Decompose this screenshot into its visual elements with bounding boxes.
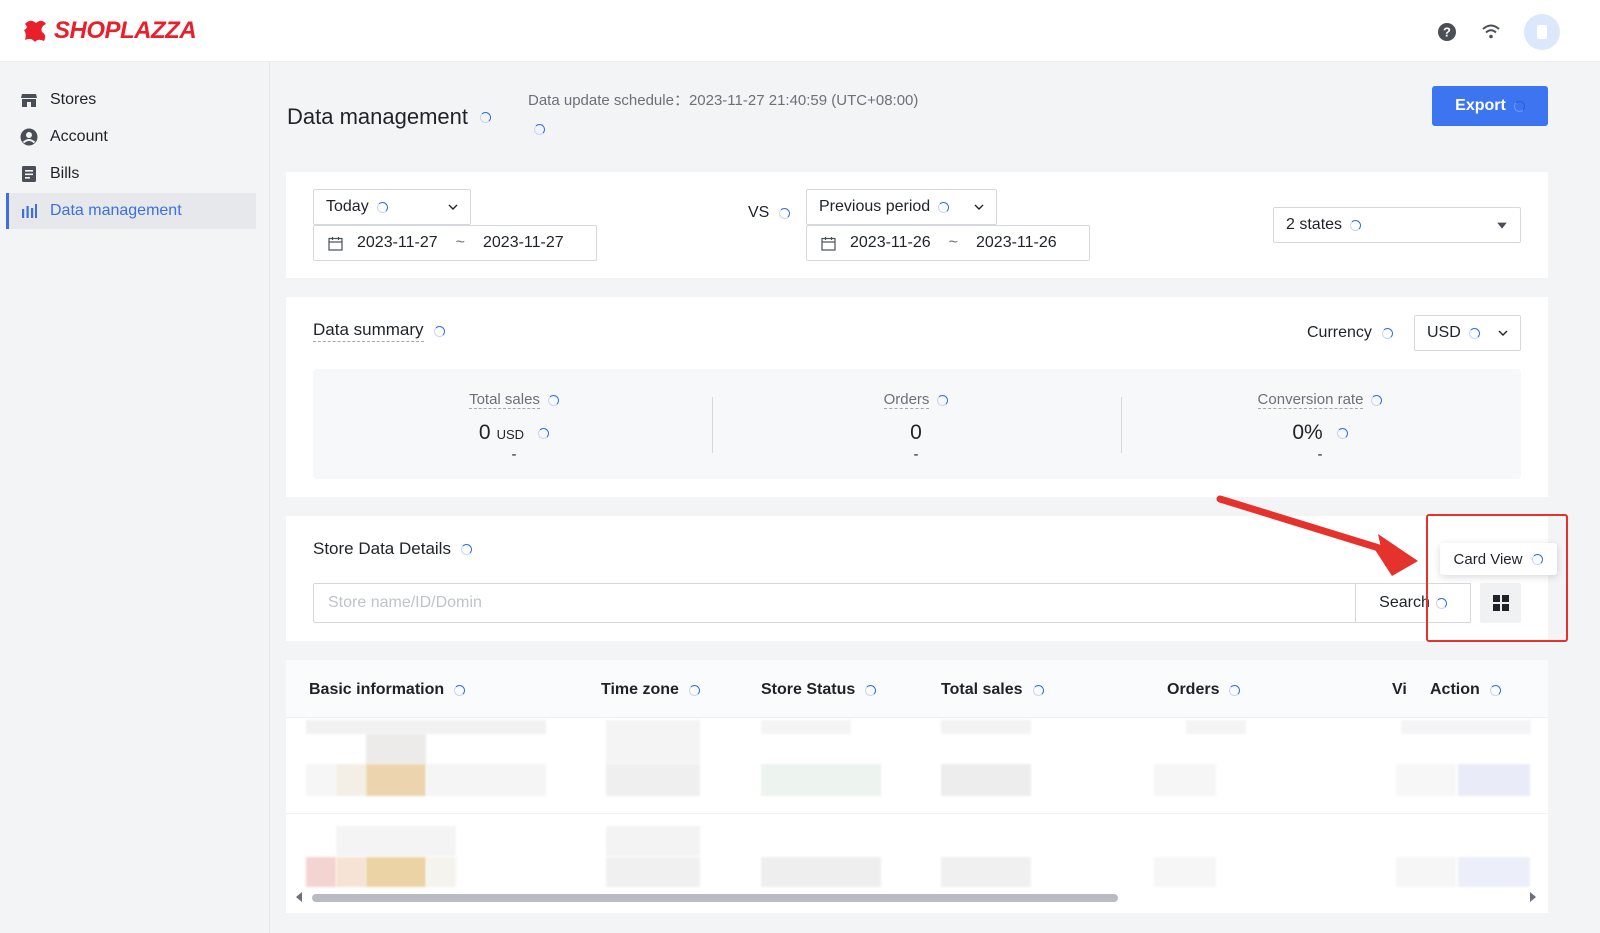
loading-icon bbox=[1513, 100, 1525, 112]
loading-icon bbox=[1336, 428, 1348, 439]
scrollbar-thumb[interactable] bbox=[312, 894, 1118, 902]
loading-icon bbox=[1371, 394, 1383, 406]
loading-icon bbox=[376, 201, 388, 213]
sidebar-item-data-management[interactable]: Data management bbox=[6, 193, 256, 229]
column-store-status: Store Status bbox=[761, 681, 877, 699]
chart-icon bbox=[22, 204, 37, 218]
loading-icon bbox=[1032, 684, 1044, 696]
loading-icon bbox=[1350, 219, 1362, 231]
sidebar: Stores Account Bills Data management bbox=[0, 62, 270, 933]
data-summary-title: Data summary bbox=[313, 320, 445, 342]
caret-down-icon bbox=[1497, 222, 1507, 229]
loading-icon bbox=[938, 201, 950, 213]
page-title: Data management bbox=[287, 104, 491, 130]
sidebar-item-account[interactable]: Account bbox=[6, 119, 256, 155]
chevron-down-icon bbox=[448, 204, 458, 210]
table-header: Basic information Time zone Store Status… bbox=[286, 660, 1548, 718]
store-search-input[interactable]: Store name/ID/Domin bbox=[313, 583, 1356, 623]
loading-icon bbox=[1468, 327, 1480, 339]
chevron-down-icon bbox=[1498, 330, 1508, 336]
calendar-icon bbox=[328, 236, 343, 251]
logo-icon bbox=[24, 20, 46, 42]
data-update-schedule: Data update schedule：2023-11-27 21:40:59… bbox=[528, 92, 919, 109]
wifi-icon[interactable] bbox=[1480, 21, 1502, 43]
user-icon bbox=[20, 128, 38, 146]
loading-icon bbox=[547, 394, 559, 406]
top-bar: SHOPLAZZA ? bbox=[0, 0, 1600, 62]
shoplazza-logo[interactable]: SHOPLAZZA bbox=[22, 17, 197, 45]
date-end: 2023-11-27 bbox=[483, 234, 564, 251]
loading-icon bbox=[538, 428, 550, 439]
scroll-left-icon[interactable] bbox=[296, 892, 302, 902]
store-icon bbox=[21, 94, 37, 107]
store-table: Basic information Time zone Store Status… bbox=[286, 660, 1548, 913]
column-action: Action bbox=[1430, 681, 1501, 699]
loading-icon bbox=[688, 684, 700, 696]
brand-name: SHOPLAZZA bbox=[54, 17, 197, 44]
period-select[interactable]: Today bbox=[313, 189, 471, 225]
sidebar-item-label: Data management bbox=[50, 202, 182, 219]
states-select[interactable]: 2 states bbox=[1273, 207, 1521, 243]
sidebar-item-stores[interactable]: Stores bbox=[6, 82, 256, 118]
loading-icon bbox=[779, 207, 791, 219]
metric-conversion-rate: Conversion rate 0% - bbox=[1119, 369, 1521, 479]
currency-select[interactable]: USD bbox=[1414, 315, 1521, 351]
summary-metrics: Total sales 0 USD - Orders 0 - Conversion… bbox=[313, 369, 1521, 479]
loading-icon bbox=[1229, 684, 1241, 696]
date-start: 2023-11-27 bbox=[357, 234, 438, 251]
metric-orders: Orders 0 - bbox=[715, 369, 1117, 479]
chevron-down-icon bbox=[974, 204, 984, 210]
column-visitors-truncated: Vi bbox=[1392, 681, 1407, 698]
sidebar-item-bills[interactable]: Bills bbox=[6, 156, 256, 192]
svg-text:?: ? bbox=[1443, 25, 1451, 40]
column-total-sales: Total sales bbox=[941, 681, 1044, 699]
sidebar-item-label: Bills bbox=[50, 165, 80, 182]
sidebar-item-label: Stores bbox=[50, 91, 97, 108]
vs-label: VS bbox=[748, 204, 791, 222]
compare-period-select[interactable]: Previous period bbox=[806, 189, 997, 225]
column-orders: Orders bbox=[1167, 681, 1241, 699]
avatar[interactable] bbox=[1524, 14, 1560, 50]
calendar-icon bbox=[821, 236, 836, 251]
divider bbox=[712, 397, 713, 453]
loading-icon bbox=[460, 543, 472, 555]
horizontal-scrollbar[interactable] bbox=[290, 890, 1540, 904]
loading-icon bbox=[865, 684, 877, 696]
loading-icon bbox=[454, 684, 466, 696]
column-time-zone: Time zone bbox=[601, 681, 700, 699]
help-icon[interactable]: ? bbox=[1436, 21, 1458, 43]
loading-icon bbox=[1489, 684, 1501, 696]
sidebar-item-label: Account bbox=[50, 128, 108, 145]
loading-icon bbox=[480, 111, 491, 123]
compare-date-start: 2023-11-26 bbox=[850, 234, 931, 251]
loading-icon bbox=[433, 325, 445, 337]
export-button[interactable]: Export bbox=[1432, 86, 1548, 126]
column-basic-information: Basic information bbox=[309, 681, 466, 699]
store-data-details-title: Store Data Details bbox=[313, 539, 472, 559]
compare-date-range-picker[interactable]: 2023-11-26 ~ 2023-11-26 bbox=[806, 225, 1090, 261]
metric-total-sales: Total sales 0 USD - bbox=[313, 369, 715, 479]
loading-icon bbox=[1381, 327, 1393, 339]
date-range-picker[interactable]: 2023-11-27 ~ 2023-11-27 bbox=[313, 225, 597, 261]
currency-label: Currency bbox=[1307, 324, 1393, 342]
loading-icon bbox=[534, 124, 545, 135]
loading-icon bbox=[937, 394, 949, 406]
scroll-right-icon[interactable] bbox=[1530, 892, 1536, 902]
annotation-highlight-box bbox=[1426, 514, 1568, 642]
compare-date-end: 2023-11-26 bbox=[976, 234, 1057, 251]
bill-icon bbox=[22, 166, 36, 182]
